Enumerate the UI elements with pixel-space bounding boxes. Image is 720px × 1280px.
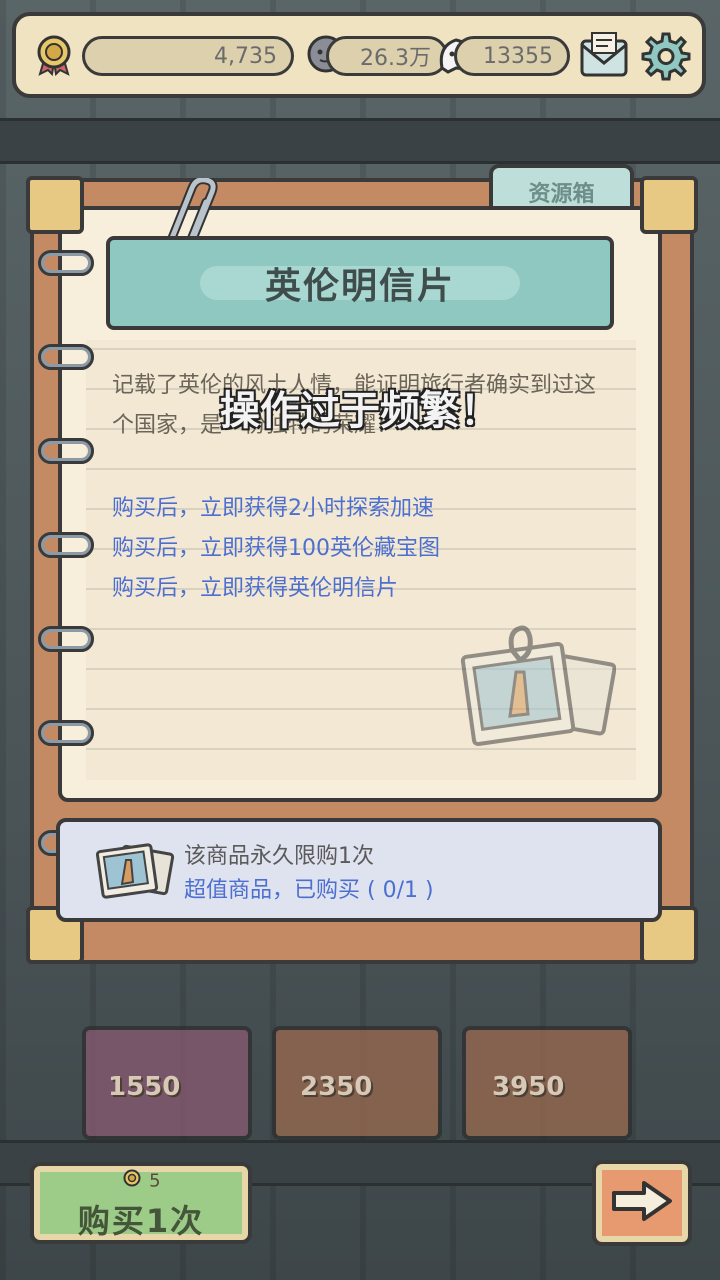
bubbles-value: 26.3万 xyxy=(360,46,431,71)
currency-bar: 4,735 26.3万 13355 xyxy=(12,12,706,98)
binder-ring xyxy=(38,626,94,652)
postcard-icon xyxy=(460,620,617,760)
arrow-right-icon xyxy=(610,1179,674,1227)
background-rail xyxy=(0,118,720,164)
binder-ring xyxy=(38,344,94,370)
toast-message: 操作过于频繁！ xyxy=(220,388,500,434)
purchase-limit-text: 该商品永久限购1次 xyxy=(184,844,374,869)
postcard-small-icon xyxy=(95,836,176,910)
reward-line-2: 购买后，立即获得100英伦藏宝图 xyxy=(112,536,440,561)
corner-bracket xyxy=(640,176,698,234)
shelf-price-3: 3950 xyxy=(492,1072,565,1102)
title-banner: 英伦明信片 xyxy=(106,236,614,330)
medal-icon xyxy=(32,32,76,77)
medals-value: 4,735 xyxy=(214,43,277,69)
buy-cost-value: 5 xyxy=(149,1170,161,1192)
shelf-price-1: 1550 xyxy=(108,1072,181,1102)
shelf-price-2: 2350 xyxy=(300,1072,373,1102)
binder-ring xyxy=(38,438,94,464)
medal-icon xyxy=(121,1168,143,1195)
souls-value: 13355 xyxy=(483,43,553,69)
tab-resource-box-label: 资源箱 xyxy=(528,182,595,207)
binder-ring xyxy=(38,720,94,746)
souls-counter: 13355 xyxy=(454,36,570,76)
buy-once-button[interactable]: 5 购买1次 xyxy=(30,1162,252,1244)
reward-line-1: 购买后，立即获得2小时探索加速 xyxy=(112,496,434,521)
reward-line-3: 购买后，立即获得英伦明信片 xyxy=(112,576,399,601)
purchase-status-text: 超值商品，已购买 ( 0/1 ) xyxy=(184,878,434,903)
binder-ring xyxy=(38,532,94,558)
next-item-button[interactable] xyxy=(592,1160,692,1246)
mail-icon[interactable] xyxy=(576,28,632,84)
buy-once-label: 购买1次 xyxy=(77,1202,205,1240)
binder-ring xyxy=(38,250,94,276)
item-title: 英伦明信片 xyxy=(264,266,455,307)
corner-bracket xyxy=(26,176,84,234)
bubbles-counter: 26.3万 xyxy=(326,36,448,76)
gear-icon[interactable] xyxy=(638,28,694,84)
buy-cost: 5 xyxy=(34,1168,248,1195)
medals-counter: 4,735 xyxy=(82,36,294,76)
